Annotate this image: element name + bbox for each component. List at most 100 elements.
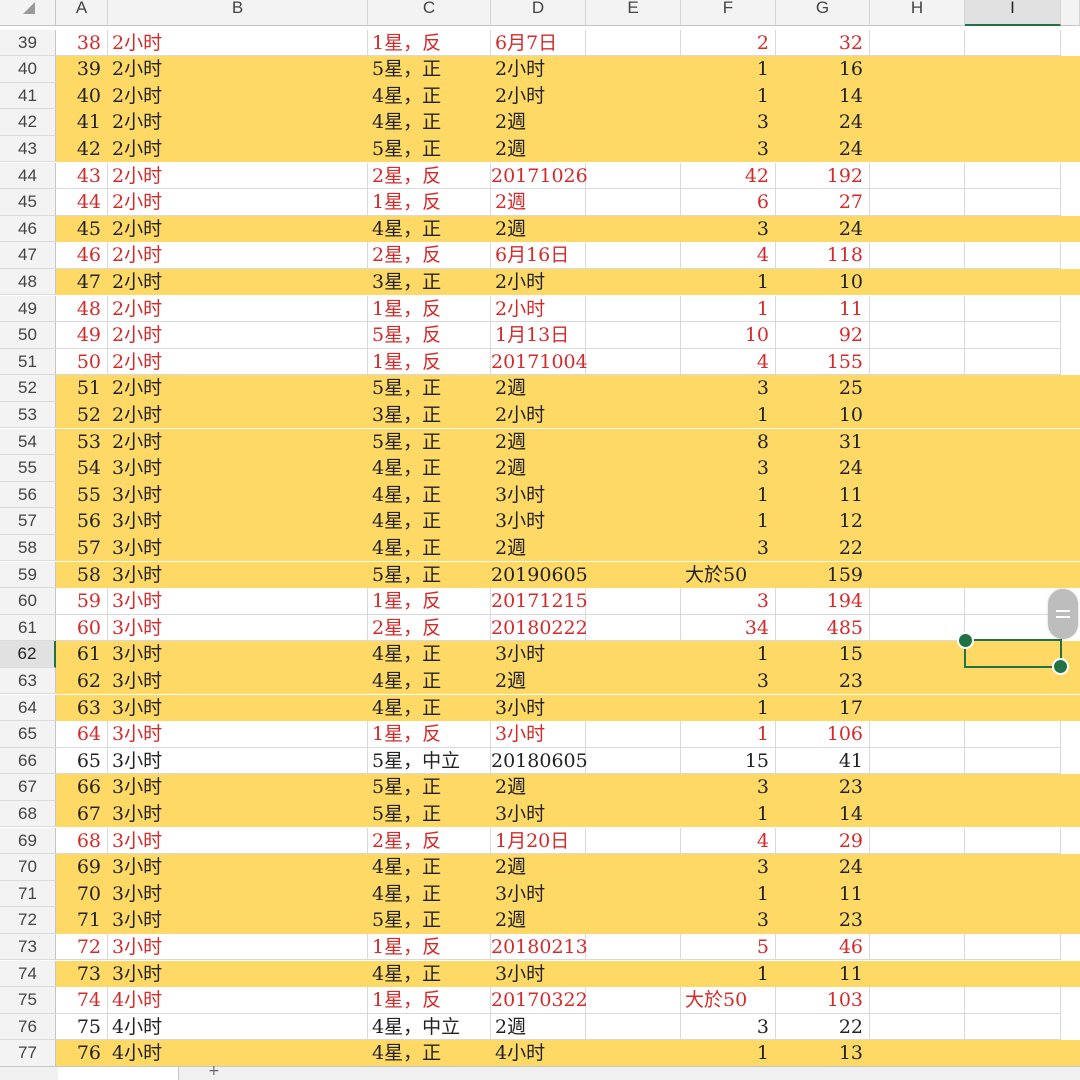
cell-c[interactable]: 5星，正 xyxy=(368,56,491,83)
cell-h[interactable] xyxy=(870,961,965,988)
cell-d[interactable]: 2小时 xyxy=(491,269,586,296)
cell-h[interactable] xyxy=(870,109,965,136)
cell-e[interactable] xyxy=(586,295,681,323)
row-header-54[interactable]: 54 xyxy=(0,428,56,456)
cell-g[interactable]: 24 xyxy=(776,109,870,136)
cell-a[interactable]: 70 xyxy=(56,881,108,908)
cell-f[interactable]: 3 xyxy=(681,854,776,881)
cell-a[interactable]: 61 xyxy=(56,641,108,668)
cell-g[interactable]: 11 xyxy=(776,482,870,509)
cell-f[interactable]: 大於50 xyxy=(681,562,776,589)
cell-g[interactable]: 27 xyxy=(776,189,870,216)
cell-h[interactable] xyxy=(870,933,965,961)
row-header-69[interactable]: 69 xyxy=(0,827,56,855)
cell-e[interactable] xyxy=(586,322,681,349)
row-header-71[interactable]: 71 xyxy=(0,880,56,908)
cell-i[interactable] xyxy=(965,668,1061,695)
cell-e[interactable] xyxy=(586,668,681,695)
cell-h[interactable] xyxy=(870,162,965,190)
cell-a[interactable]: 53 xyxy=(56,429,108,456)
row-header-47[interactable]: 47 xyxy=(0,242,56,269)
cell-e[interactable] xyxy=(586,269,681,296)
cell-h[interactable] xyxy=(870,295,965,323)
cell-e[interactable] xyxy=(586,216,681,243)
cell-g[interactable]: 92 xyxy=(776,322,870,349)
cell-i[interactable] xyxy=(965,56,1061,83)
cell-i[interactable] xyxy=(965,508,1061,535)
cell-f[interactable]: 4 xyxy=(681,827,776,855)
cell-i[interactable] xyxy=(965,854,1061,881)
cell-c[interactable]: 1星，反 xyxy=(368,189,491,216)
cell-h[interactable] xyxy=(870,136,965,163)
cell-g[interactable]: 25 xyxy=(776,375,870,402)
cell-i[interactable] xyxy=(965,455,1061,482)
cell-i[interactable] xyxy=(965,933,1061,961)
cell-g[interactable]: 24 xyxy=(776,854,870,881)
cell-a[interactable]: 58 xyxy=(56,562,108,589)
cell-g[interactable]: 24 xyxy=(776,455,870,482)
cell-h[interactable] xyxy=(870,907,965,934)
cell-e[interactable] xyxy=(586,961,681,988)
cell-a[interactable]: 73 xyxy=(56,961,108,988)
row-header-46[interactable]: 46 xyxy=(0,215,56,243)
cell-h[interactable] xyxy=(870,614,965,642)
cell-h[interactable] xyxy=(870,641,965,668)
cell-a[interactable]: 75 xyxy=(56,1013,108,1041)
cell-h[interactable] xyxy=(870,1040,965,1067)
cell-e[interactable] xyxy=(586,907,681,934)
cell-h[interactable] xyxy=(870,588,965,615)
cell-b[interactable]: 2小时 xyxy=(108,56,368,83)
cell-i[interactable] xyxy=(965,827,1061,855)
cell-b[interactable]: 3小时 xyxy=(108,854,368,881)
cell-h[interactable] xyxy=(870,56,965,83)
cell-d[interactable]: 20170322 xyxy=(491,987,588,1014)
cell-d[interactable]: 2週 xyxy=(491,189,586,216)
cell-g[interactable]: 23 xyxy=(776,907,870,934)
cell-c[interactable]: 3星，正 xyxy=(368,269,491,296)
cell-a[interactable]: 47 xyxy=(56,269,108,296)
cell-f[interactable]: 15 xyxy=(681,747,776,775)
row-header-76[interactable]: 76 xyxy=(0,1013,56,1041)
cell-a[interactable]: 50 xyxy=(56,348,108,376)
cell-e[interactable] xyxy=(586,109,681,136)
cell-g[interactable]: 31 xyxy=(776,429,870,456)
cell-c[interactable]: 4星，中立 xyxy=(368,1013,491,1041)
cell-f[interactable]: 42 xyxy=(681,162,776,190)
row-header-43[interactable]: 43 xyxy=(0,135,56,163)
cell-g[interactable]: 118 xyxy=(776,242,870,269)
cell-h[interactable] xyxy=(870,695,965,722)
cell-d[interactable]: 2週 xyxy=(491,429,586,456)
cell-g[interactable]: 10 xyxy=(776,402,870,429)
cell-c[interactable]: 4星，正 xyxy=(368,482,491,509)
cell-e[interactable] xyxy=(586,747,681,775)
cell-f[interactable]: 4 xyxy=(681,348,776,376)
cell-c[interactable]: 1星，反 xyxy=(368,588,491,615)
cell-i[interactable] xyxy=(965,747,1061,775)
cell-f[interactable]: 8 xyxy=(681,429,776,456)
cell-d[interactable]: 20180222 xyxy=(491,614,588,642)
cell-h[interactable] xyxy=(870,721,965,748)
cell-c[interactable]: 2星，反 xyxy=(368,827,491,855)
cell-c[interactable]: 2星，反 xyxy=(368,242,491,269)
sheet-tab[interactable] xyxy=(58,1067,179,1080)
row-header-53[interactable]: 53 xyxy=(0,401,56,429)
cell-d[interactable]: 3小时 xyxy=(491,641,586,668)
cell-f[interactable]: 1 xyxy=(681,641,776,668)
cell-c[interactable]: 2星，反 xyxy=(368,614,491,642)
cell-f[interactable]: 34 xyxy=(681,614,776,642)
cell-b[interactable]: 3小时 xyxy=(108,774,368,801)
cell-g[interactable]: 155 xyxy=(776,348,870,376)
cell-e[interactable] xyxy=(586,136,681,163)
cell-b[interactable]: 3小时 xyxy=(108,695,368,722)
cell-f[interactable]: 1 xyxy=(681,482,776,509)
cell-f[interactable]: 5 xyxy=(681,933,776,961)
cell-f[interactable]: 3 xyxy=(681,774,776,801)
cell-b[interactable]: 2小时 xyxy=(108,216,368,243)
cell-b[interactable]: 3小时 xyxy=(108,801,368,828)
cell-e[interactable] xyxy=(586,429,681,456)
cell-e[interactable] xyxy=(586,83,681,110)
cell-d[interactable]: 2小时 xyxy=(491,402,586,429)
cell-g[interactable]: 11 xyxy=(776,961,870,988)
cell-d[interactable]: 2週 xyxy=(491,907,586,934)
cell-a[interactable]: 62 xyxy=(56,668,108,695)
